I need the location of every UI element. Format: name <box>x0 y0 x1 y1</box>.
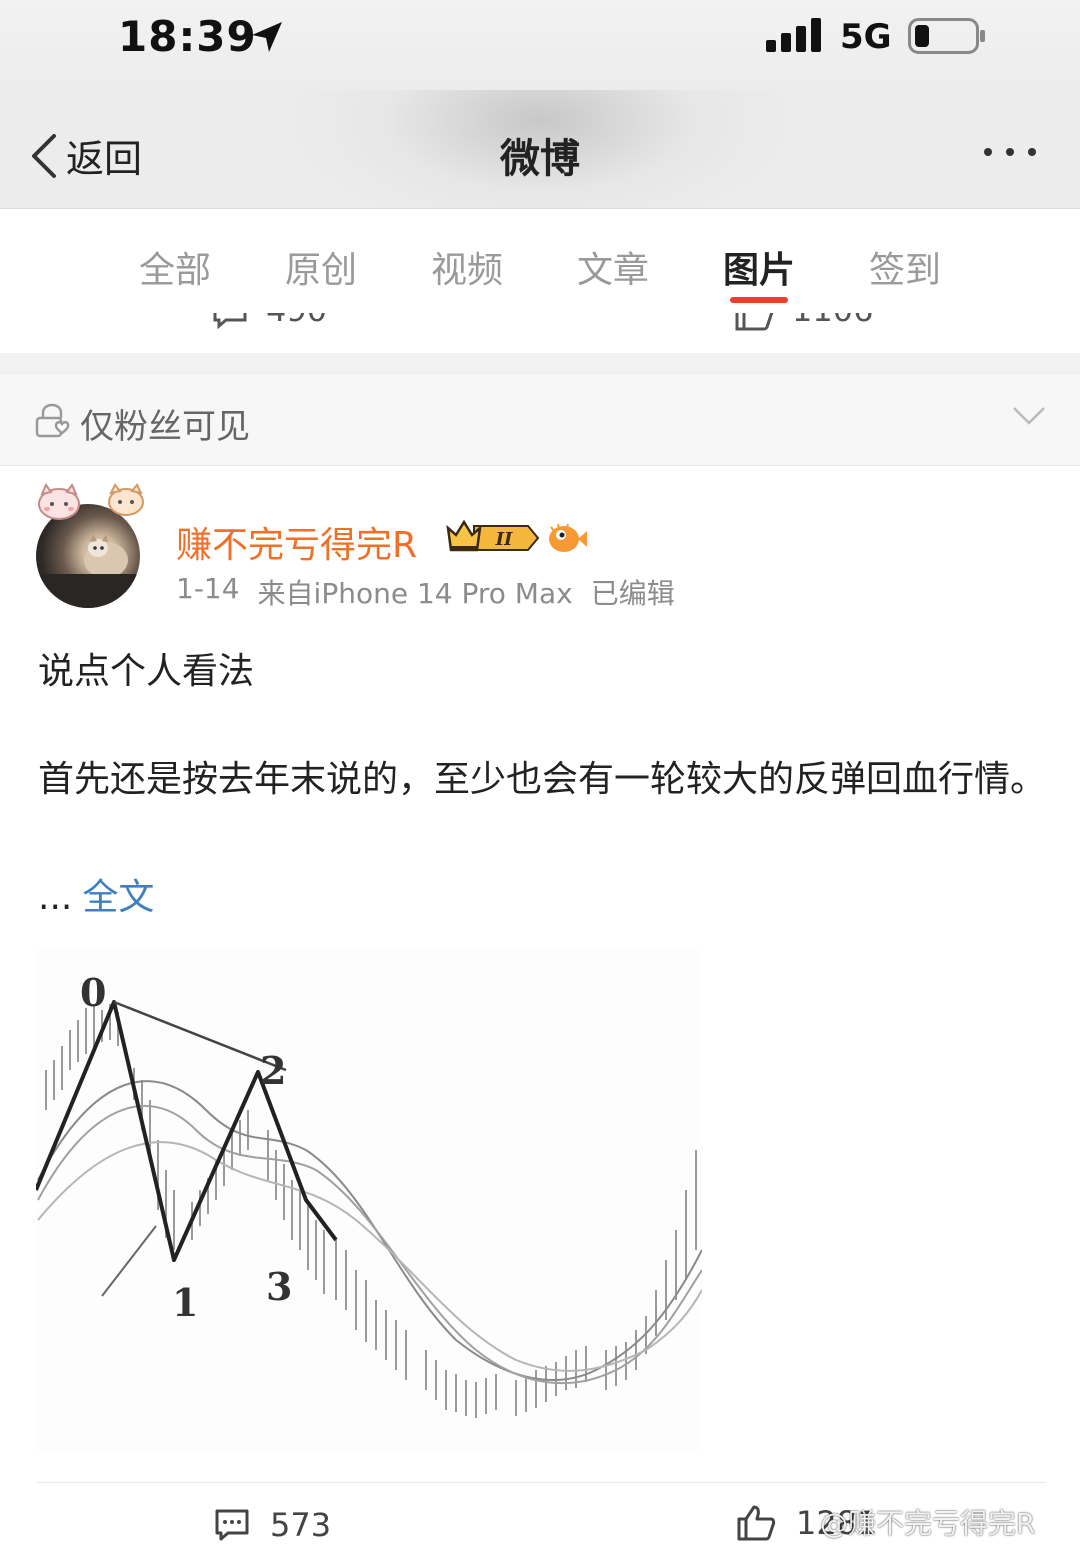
location-arrow-icon <box>252 22 282 52</box>
navigation-bar: 返回 微博 <box>0 90 1080 209</box>
post-edited-flag: 已编辑 <box>590 577 675 610</box>
wave-label-2: 2 <box>260 1048 286 1093</box>
more-dot-icon <box>1006 148 1014 156</box>
visibility-label: 仅粉丝可见 <box>80 407 250 447</box>
post-meta: 1-14 来自iPhone 14 Pro Max 已编辑 <box>176 572 675 612</box>
ellipsis: ... <box>38 877 73 918</box>
feed-divider <box>0 353 1080 375</box>
tab-pictures[interactable]: 图片 <box>686 209 832 313</box>
user-badges: II <box>444 518 588 558</box>
page-title: 微博 <box>500 136 580 182</box>
post-text-line-1: 说点个人看法 <box>38 651 255 692</box>
avatar-pendant-left-icon <box>38 482 80 520</box>
wave-label-3: 3 <box>266 1264 292 1309</box>
tab-checkin[interactable]: 签到 <box>832 209 978 313</box>
thumbs-up-icon <box>737 1505 776 1541</box>
crown-level-badge-icon[interactable]: II <box>444 518 540 558</box>
lock-heart-icon <box>35 403 70 438</box>
battery-icon <box>908 18 985 54</box>
level-badge-text: II <box>495 529 513 550</box>
comment-count: 573 <box>270 1506 332 1544</box>
comment-icon <box>215 1509 249 1541</box>
pufferfish-badge-icon[interactable] <box>546 519 588 557</box>
weibo-post: 赚不完亏得完R II 1-14 来自iPhone 14 Pro Max 已编辑 … <box>0 466 1080 1548</box>
post-text-line-2: 首先还是按去年末说的，至少也会有一轮较大的反弹回血行情。 <box>38 759 1047 800</box>
previous-comment-count: 490 <box>266 313 327 329</box>
chevron-down-icon[interactable] <box>1012 405 1046 427</box>
wave-label-1: 1 <box>172 1280 198 1325</box>
comment-icon[interactable] <box>212 313 248 329</box>
tab-article[interactable]: 文章 <box>540 209 686 313</box>
image-watermark: @赚不完亏得完R <box>820 1507 1036 1540</box>
network-type: 5G <box>840 17 892 57</box>
tab-original[interactable]: 原创 <box>248 209 394 313</box>
more-options-button[interactable] <box>984 148 1036 156</box>
wave-label-0: 0 <box>80 970 106 1015</box>
more-dot-icon <box>1028 148 1036 156</box>
post-text-more: ... 全文 <box>38 868 154 920</box>
comment-button[interactable]: 573 <box>214 1506 331 1544</box>
tab-all[interactable]: 全部 <box>102 209 248 313</box>
post-username[interactable]: 赚不完亏得完R <box>176 516 417 568</box>
previous-post-actions: 490 1106 <box>0 313 1080 353</box>
cellular-signal-icon <box>766 18 821 52</box>
visibility-row: 仅粉丝可见 <box>0 375 1080 466</box>
full-text-link[interactable]: 全文 <box>82 877 154 918</box>
previous-like-count: 1106 <box>792 313 873 329</box>
like-icon[interactable] <box>734 313 774 331</box>
more-dot-icon <box>984 148 992 156</box>
wave-pattern-chart-illustration: 0 1 2 3 <box>36 970 702 1418</box>
post-date: 1-14 <box>176 572 240 605</box>
avatar-pendant-right-icon <box>108 483 144 516</box>
post-image[interactable]: 0 1 2 3 <box>36 950 702 1450</box>
tab-video[interactable]: 视频 <box>394 209 540 313</box>
filter-tabs: 全部 原创 视频 文章 图片 签到 <box>0 209 1080 313</box>
action-divider <box>36 1482 1046 1483</box>
post-source: 来自iPhone 14 Pro Max <box>257 577 573 610</box>
status-time: 18:39 <box>118 12 257 61</box>
status-bar: 18:39 5G <box>0 0 1080 90</box>
